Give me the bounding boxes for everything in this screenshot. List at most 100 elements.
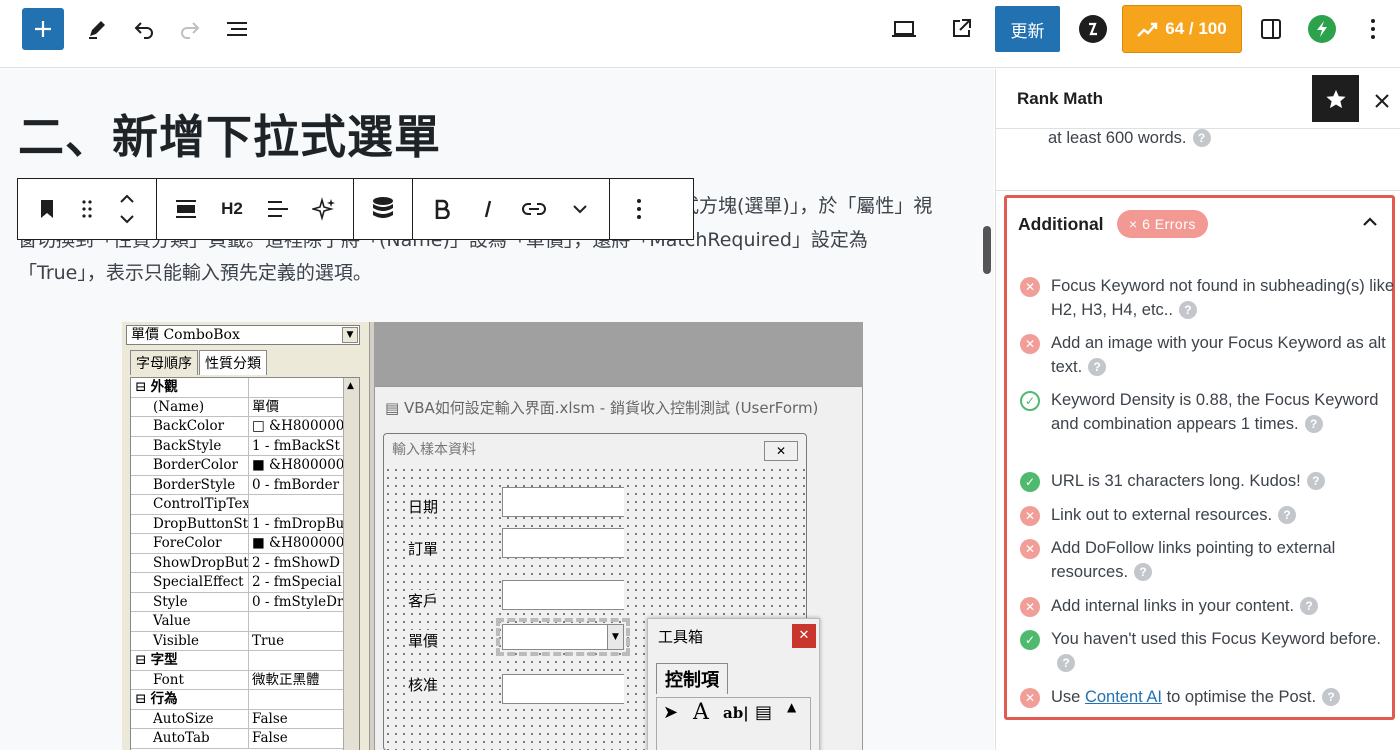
heading-level-button[interactable]: H2	[209, 186, 255, 232]
help-icon[interactable]: ?	[1306, 472, 1325, 490]
view-post-button[interactable]	[943, 11, 979, 47]
brand-button[interactable]	[1075, 11, 1111, 47]
property-name: 行為	[131, 690, 249, 709]
form-combobox: ▼	[496, 618, 630, 656]
more-formatting-button[interactable]	[557, 186, 603, 232]
property-row: 外觀	[131, 378, 359, 398]
paragraph-text-line[interactable]: 式方塊(選單)」，於「屬性」視	[680, 190, 980, 222]
link-button[interactable]	[511, 186, 557, 232]
form-label: 單價	[406, 630, 441, 651]
settings-sidebar-button[interactable]	[1253, 11, 1289, 47]
success-icon: ✓	[1020, 472, 1040, 492]
chevron-down-icon	[573, 205, 587, 214]
help-icon[interactable]: ?	[1278, 506, 1297, 524]
tools-button[interactable]	[79, 11, 115, 47]
help-icon[interactable]: ?	[1304, 415, 1323, 433]
preview-button[interactable]	[886, 11, 922, 47]
rank-math-score-button[interactable]: 64 / 100	[1122, 5, 1242, 53]
tab-categorized: 性質分類	[199, 350, 267, 375]
textbox-tool-icon: ab|	[723, 704, 749, 722]
editor-scrollbar[interactable]	[983, 226, 991, 274]
plus-icon	[35, 21, 51, 37]
property-row: ForeColor ■ &H800000	[131, 534, 359, 554]
external-link-icon	[953, 19, 971, 37]
property-row: ControlTipTex	[131, 495, 359, 515]
more-options-button[interactable]	[1355, 11, 1391, 47]
align-wide-icon	[176, 200, 196, 218]
property-name: 字型	[131, 651, 249, 670]
heading-block[interactable]: 二、新增下拉式選單	[18, 101, 441, 167]
property-row: Visible True	[131, 631, 359, 651]
help-icon[interactable]: ?	[1134, 563, 1153, 581]
close-icon	[1375, 94, 1389, 108]
spin-up-icon: ▲	[787, 700, 797, 714]
userform-title: ▤ VBA如何設定輸入界面.xlsm - 銷貨收入控制測試 (UserForm)	[375, 387, 862, 429]
property-name: (Name)	[131, 397, 249, 416]
move-up-down-button[interactable]	[104, 186, 150, 232]
vertical-ellipsis-icon	[1371, 19, 1375, 39]
error-icon: ✕	[1020, 597, 1040, 617]
help-icon[interactable]: ?	[1178, 301, 1197, 319]
bold-button[interactable]	[419, 186, 465, 232]
property-row: 行為	[131, 690, 359, 710]
undo-button[interactable]	[126, 11, 162, 47]
properties-scrollbar	[343, 378, 359, 750]
help-icon[interactable]: ?	[1192, 129, 1211, 147]
dropdown-arrow-icon: ▼	[342, 327, 358, 343]
align-wide-button[interactable]	[163, 186, 209, 232]
add-block-button[interactable]	[22, 8, 64, 50]
section-title[interactable]: Additional	[1018, 214, 1104, 235]
database-button[interactable]	[360, 186, 406, 232]
property-name: BorderColor	[131, 456, 249, 475]
block-toolbar: H2	[17, 178, 694, 240]
italic-icon	[484, 200, 492, 218]
close-sidebar-button[interactable]	[1368, 87, 1396, 115]
image-block[interactable]: 單價 ComboBox▼ 字母順序 性質分類 外觀(Name)單價BackCol…	[122, 322, 863, 750]
properties-panel: 單價 ComboBox ▼ 字母順序 性質分類 外觀(Name)單價BackCol…	[122, 322, 370, 750]
italic-button[interactable]	[465, 186, 511, 232]
ai-assist-button[interactable]	[301, 186, 347, 232]
property-row: SpecialEffect 2 - fmSpecial	[131, 573, 359, 593]
property-name: Visible	[131, 631, 249, 650]
additional-checks-panel: Additional × 6 Errors ✕ Focus Keyword no…	[1004, 195, 1395, 720]
favorite-button[interactable]	[1312, 75, 1359, 122]
paragraph-text-line[interactable]: 「True」，表示只能輸入預先定義的選項。	[18, 257, 968, 289]
redo-button[interactable]	[172, 11, 208, 47]
sidebar-header: Rank Math	[996, 69, 1400, 129]
editor-canvas: 二、新增下拉式選單 式方塊(選單)」，於「屬性」視 窗切換到「性質分類」頁籤。這…	[0, 69, 994, 750]
preview-icon	[892, 21, 916, 37]
check-text: to optimise the Post.	[1162, 688, 1317, 706]
block-options-button[interactable]	[616, 186, 662, 232]
star-icon	[1325, 89, 1346, 108]
property-row: ShowDropButt 2 - fmShowD	[131, 553, 359, 573]
combobox-tool-icon: ▤	[755, 702, 773, 723]
property-name: BackStyle	[131, 436, 249, 455]
bookmark-button[interactable]	[24, 186, 70, 232]
drag-handle-icon	[82, 200, 92, 218]
help-icon[interactable]: ?	[1322, 688, 1341, 706]
form-textbox	[502, 528, 624, 558]
redo-icon	[181, 22, 200, 39]
error-icon: ✕	[1020, 506, 1040, 526]
drag-handle[interactable]	[70, 186, 104, 232]
check-text: URL is 31 characters long. Kudos!	[1051, 472, 1301, 490]
property-name: BackColor	[131, 417, 249, 436]
update-button[interactable]: 更新	[995, 6, 1060, 52]
form-label: 核准	[406, 674, 441, 695]
property-name: SpecialEffect	[131, 573, 249, 592]
property-name: Font	[131, 670, 249, 689]
check-text: Add DoFollow links pointing to external …	[1051, 539, 1336, 581]
performance-button[interactable]	[1304, 11, 1340, 47]
property-name: BorderStyle	[131, 475, 249, 494]
toolbox-window: 工具箱 ✕ 控制項 ➤ A ab| ▤ ▲	[647, 618, 820, 750]
property-name: DropButtonSty	[131, 514, 249, 533]
text-align-button[interactable]	[255, 186, 301, 232]
frame-title: 輸入樣本資料	[384, 434, 806, 466]
help-icon[interactable]: ?	[1057, 654, 1075, 672]
help-icon[interactable]: ?	[1088, 358, 1107, 376]
content-ai-link[interactable]: Content AI	[1085, 688, 1162, 706]
check-circle-outline-icon: ✓	[1020, 391, 1040, 411]
help-icon[interactable]: ?	[1300, 597, 1319, 615]
list-view-button[interactable]	[219, 11, 255, 47]
chevron-up-icon[interactable]	[1360, 212, 1380, 232]
